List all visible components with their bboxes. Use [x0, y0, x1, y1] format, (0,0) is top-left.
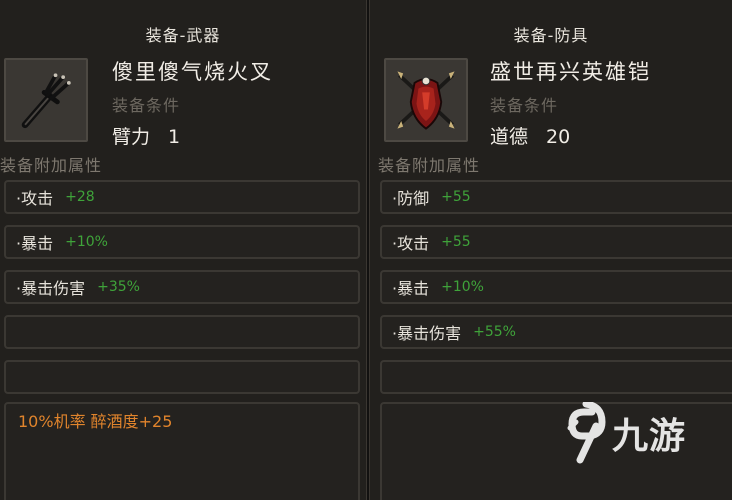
stat-row: ·攻击 +55: [380, 225, 732, 259]
stat-name: ·暴击: [392, 279, 430, 298]
stat-row: ·防御 +55: [380, 180, 732, 214]
stat-row: ·暴击 +10%: [4, 225, 360, 259]
item-slot[interactable]: [384, 58, 468, 142]
stat-row: ·攻击 +28: [4, 180, 360, 214]
attribute-header: 装备附加属性: [0, 156, 103, 175]
category-title: 装备-武器: [145, 26, 221, 45]
stat-value: +28: [65, 189, 95, 205]
empty-stat-row: [4, 360, 360, 394]
stat-value: +10%: [441, 279, 484, 295]
requirement-stat: 臂力: [112, 126, 151, 148]
stat-value: +55: [441, 234, 471, 250]
special-effect-text: 10%机率 醉酒度+25: [18, 412, 173, 431]
stat-name: ·攻击: [16, 189, 54, 208]
requirement-label: 装备条件: [490, 96, 559, 115]
watermark: 九游: [562, 402, 686, 464]
stat-name: ·攻击: [392, 234, 430, 253]
requirement-stat: 道德: [490, 126, 529, 148]
stat-name: ·暴击伤害: [16, 279, 86, 298]
special-effect-box: 10%机率 醉酒度+25: [4, 402, 360, 500]
stat-name: ·防御: [392, 189, 430, 208]
requirement-row: 道德 20: [490, 122, 570, 149]
9game-logo-icon: [567, 402, 606, 464]
stat-value: +55: [441, 189, 471, 205]
category-title: 装备-防具: [513, 26, 589, 45]
watermark-text: 九游: [611, 416, 686, 457]
empty-stat-row: [380, 360, 732, 394]
stat-name: ·暴击: [16, 234, 54, 253]
requirement-row: 臂力 1: [112, 122, 180, 149]
stat-value: +55%: [473, 324, 516, 340]
empty-stat-row: [4, 315, 360, 349]
armor-icon: [386, 60, 466, 140]
weapon-panel: 装备-武器 傻里傻气烧火叉 装备条件 臂力 1 装备附加属性 ·攻击 +28 ·暴…: [0, 0, 366, 500]
stat-row: ·暴击伤害 +55%: [380, 315, 732, 349]
attribute-header: 装备附加属性: [378, 156, 481, 175]
item-name: 盛世再兴英雄铠: [490, 60, 651, 84]
stat-row: ·暴击 +10%: [380, 270, 732, 304]
stat-value: +10%: [65, 234, 108, 250]
stat-value: +35%: [97, 279, 140, 295]
requirement-value: 1: [168, 126, 181, 148]
stat-row: ·暴击伤害 +35%: [4, 270, 360, 304]
requirement-value: 20: [546, 126, 571, 148]
requirement-label: 装备条件: [112, 96, 181, 115]
item-name: 傻里傻气烧火叉: [112, 60, 273, 84]
pitchfork-icon: [6, 60, 86, 140]
stat-name: ·暴击伤害: [392, 324, 462, 343]
item-slot[interactable]: [4, 58, 88, 142]
